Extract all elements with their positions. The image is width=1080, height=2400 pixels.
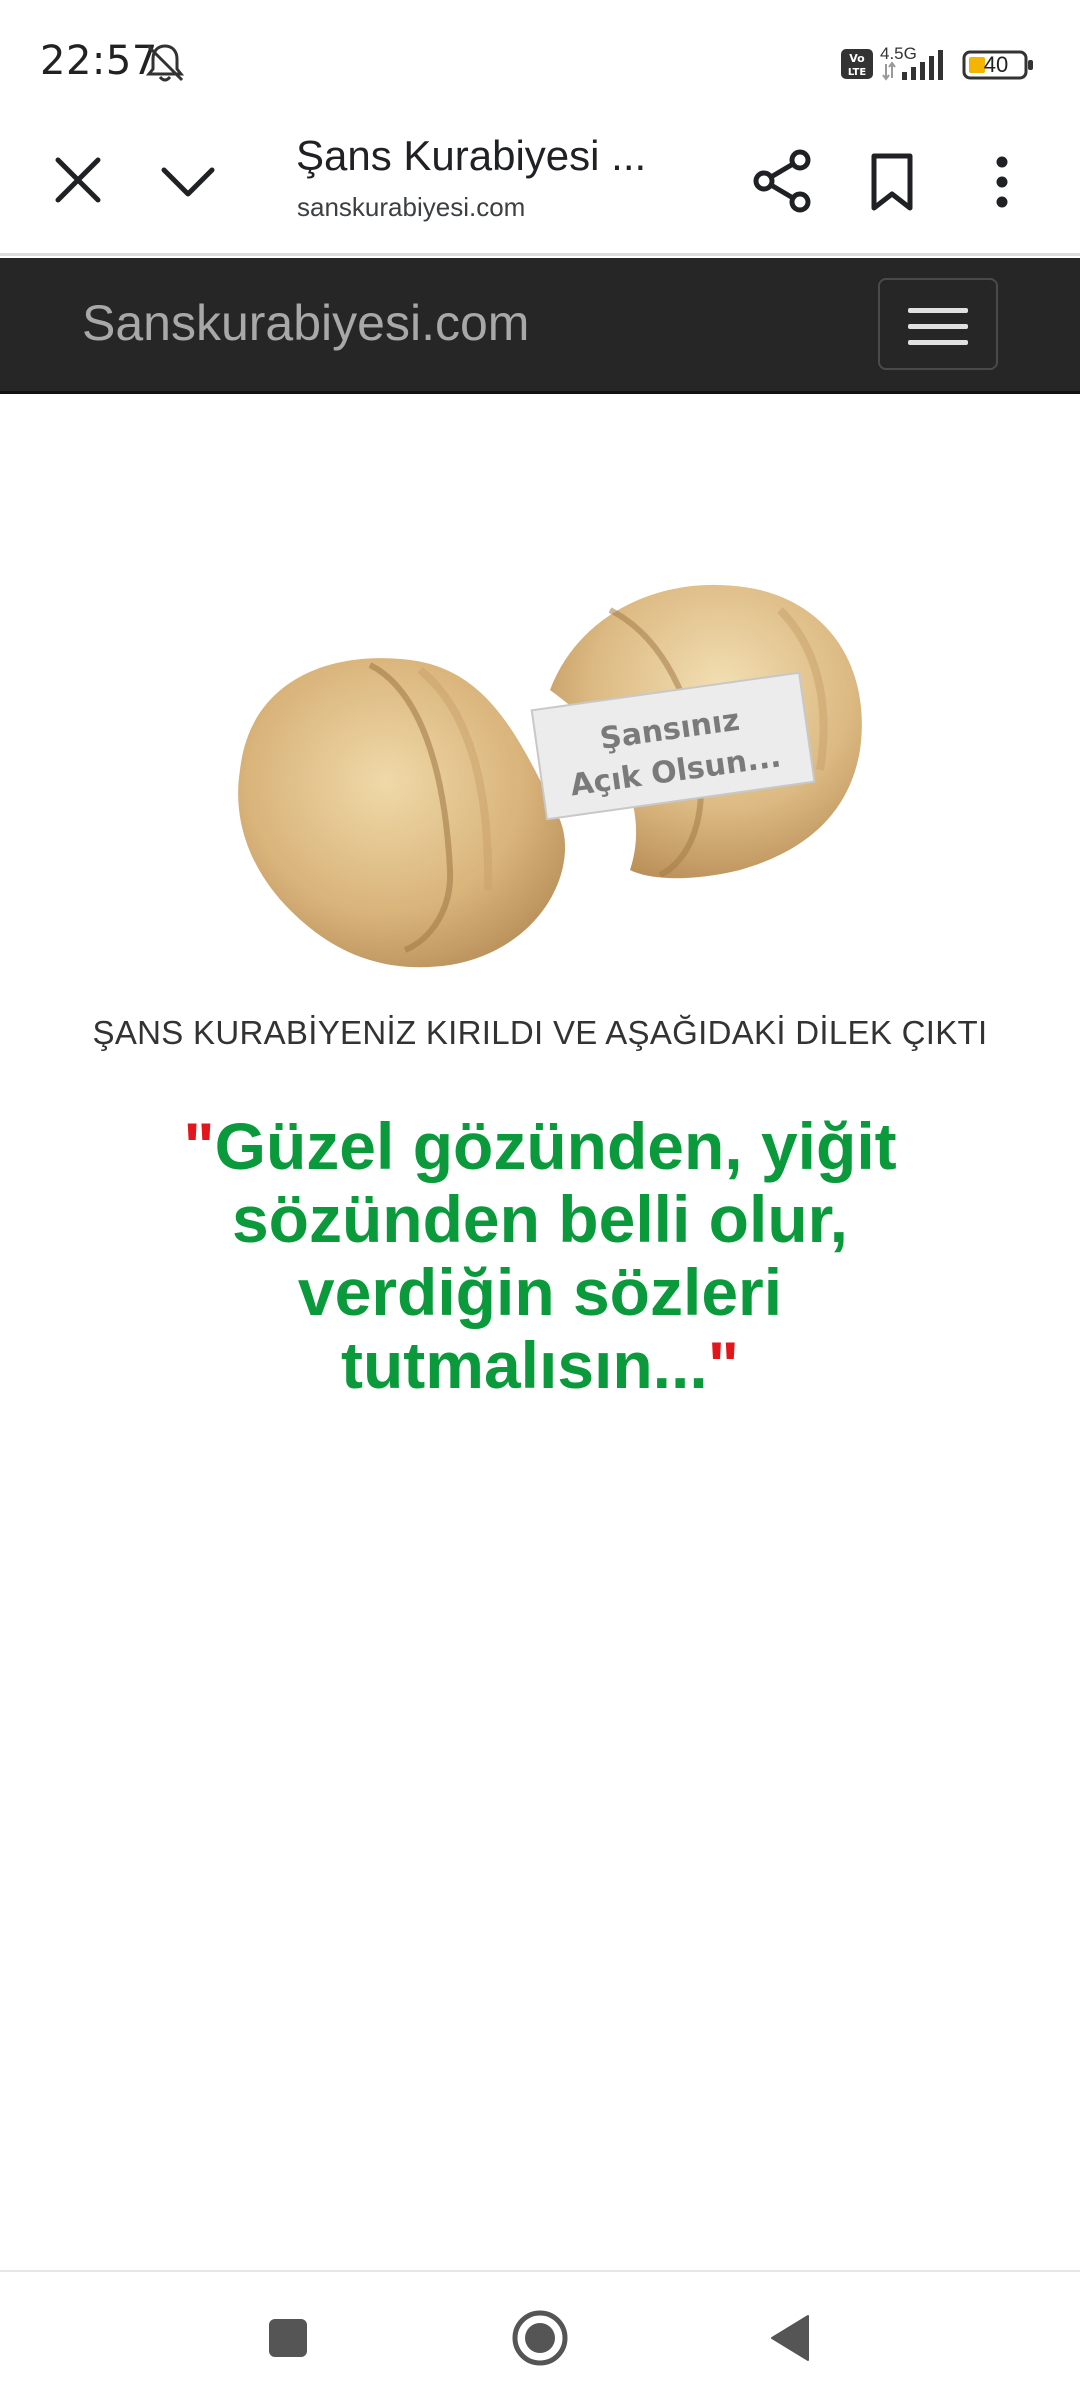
fortune-quote: "Güzel gözünden, yiğit sözünden belli ol… [100,1110,980,1402]
status-time: 22:57 [40,38,158,84]
battery-level: 40 [983,52,1009,77]
signal-icon [882,50,943,81]
fortune-cookie-image: Şansınız Açık Olsun... [238,584,862,968]
browser-toolbar: Şans Kurabiyesi ... sanskurabiyesi.com [0,120,1080,256]
site-brand-link[interactable]: Sanskurabiyesi.com [82,294,529,352]
quote-text: Güzel gözünden, yiğit sözünden belli olu… [214,1109,897,1402]
bell-off-icon [145,44,185,82]
quote-close-mark: " [707,1328,739,1402]
page-url[interactable]: sanskurabiyesi.com [297,192,525,223]
status-bar: 22:57 Vo LTE 4.5G 40 [0,0,1080,120]
hamburger-menu-button[interactable] [878,278,998,370]
svg-text:Vo: Vo [849,52,865,65]
page-title: Şans Kurabiyesi ... [296,132,647,179]
share-icon[interactable] [750,148,816,214]
recents-square-icon[interactable] [266,2316,310,2360]
volte-icon: Vo LTE [841,49,873,79]
more-vert-icon[interactable] [972,150,1032,214]
site-navbar: Sanskurabiyesi.com [0,258,1080,394]
back-triangle-icon[interactable] [768,2312,812,2364]
svg-text:LTE: LTE [848,67,867,78]
fortune-heading: ŞANS KURABİYENİZ KIRILDI VE AŞAĞIDAKİ Dİ… [92,1014,988,1051]
quote-open-mark: " [183,1109,215,1183]
bookmark-icon[interactable] [862,150,922,214]
chevron-down-icon[interactable] [156,150,220,210]
close-icon[interactable] [48,150,108,210]
home-circle-icon[interactable] [510,2308,570,2368]
system-nav-bar [0,2270,1080,2400]
screen: 22:57 Vo LTE 4.5G 40 Şans Kurabiyesi ...… [0,0,1080,2400]
